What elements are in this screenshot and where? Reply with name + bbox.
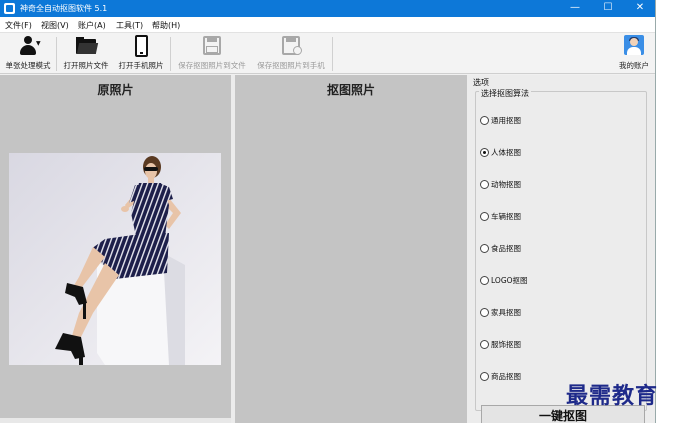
radio-label: 动物抠图 bbox=[491, 179, 521, 189]
radio-furniture[interactable]: 家具抠图 bbox=[480, 306, 521, 318]
window-title: 神奇全自动抠图软件 5.1 bbox=[20, 4, 108, 13]
original-photo-panel: 原照片 bbox=[0, 75, 231, 423]
app-logo-icon bbox=[4, 3, 15, 14]
single-mode-button[interactable]: ▼ 单张处理模式 bbox=[2, 35, 54, 73]
radio-button[interactable] bbox=[480, 243, 489, 253]
options-panel: 选项 选择抠图算法 通用抠图 人体抠图 动物抠图 车辆抠图 食品抠图 LOGO抠… bbox=[470, 75, 655, 423]
menu-account[interactable]: 账户(A) bbox=[78, 20, 106, 31]
title-bar: 神奇全自动抠图软件 5.1 — ☐ ✕ bbox=[0, 0, 655, 17]
toolbar-separator bbox=[332, 37, 333, 71]
watermark-text: 最需教育 bbox=[566, 383, 659, 409]
maximize-button[interactable]: ☐ bbox=[593, 0, 623, 17]
radio-logo[interactable]: LOGO抠图 bbox=[480, 274, 528, 286]
radio-button-selected[interactable] bbox=[480, 147, 489, 157]
options-title: 选项 bbox=[473, 78, 489, 87]
single-mode-label: 单张处理模式 bbox=[5, 61, 51, 70]
menu-help[interactable]: 帮助(H) bbox=[152, 20, 180, 31]
radio-button[interactable] bbox=[480, 307, 489, 317]
avatar-icon bbox=[624, 35, 644, 55]
radio-label: 食品抠图 bbox=[491, 243, 521, 253]
radio-button[interactable] bbox=[480, 211, 489, 221]
save-to-file-label: 保存抠图照片到文件 bbox=[178, 61, 246, 70]
my-account-label: 我的账户 bbox=[619, 61, 649, 70]
radio-label: 商品抠图 bbox=[491, 371, 521, 381]
open-phone-button[interactable]: 打开手机照片 bbox=[115, 35, 167, 73]
radio-button[interactable] bbox=[480, 339, 489, 349]
radio-general[interactable]: 通用抠图 bbox=[480, 114, 521, 126]
minimize-button[interactable]: — bbox=[560, 0, 590, 17]
radio-label: 服饰抠图 bbox=[491, 339, 521, 349]
toolbar-separator bbox=[170, 37, 171, 71]
open-phone-label: 打开手机照片 bbox=[118, 61, 164, 70]
radio-food[interactable]: 食品抠图 bbox=[480, 242, 521, 254]
original-photo-image bbox=[9, 153, 221, 365]
toolbar-separator bbox=[56, 37, 57, 71]
cutout-photo-panel: 抠图照片 bbox=[235, 75, 467, 423]
algorithm-group-label: 选择抠图算法 bbox=[479, 88, 531, 99]
my-account-button[interactable]: 我的账户 bbox=[614, 35, 654, 73]
menu-file[interactable]: 文件(F) bbox=[5, 20, 32, 31]
save-to-phone-label: 保存抠图照片到手机 bbox=[257, 61, 325, 70]
save-phone-icon bbox=[280, 35, 302, 57]
menu-tools[interactable]: 工具(T) bbox=[116, 20, 143, 31]
radio-product[interactable]: 商品抠图 bbox=[480, 370, 521, 382]
horizontal-scrollbar[interactable] bbox=[0, 418, 231, 423]
radio-label: 通用抠图 bbox=[491, 115, 521, 125]
radio-label: 家具抠图 bbox=[491, 307, 521, 317]
app-window: 神奇全自动抠图软件 5.1 — ☐ ✕ 文件(F) 视图(V) 账户(A) 工具… bbox=[0, 0, 656, 423]
open-file-button[interactable]: 打开照片文件 bbox=[60, 35, 112, 73]
toolbar: ▼ 单张处理模式 打开照片文件 打开手机照片 保存抠图照片到文件 保存抠图照片到… bbox=[0, 33, 655, 74]
original-photo-title: 原照片 bbox=[97, 83, 134, 97]
radio-clothing[interactable]: 服饰抠图 bbox=[480, 338, 521, 350]
menu-view[interactable]: 视图(V) bbox=[41, 20, 69, 31]
radio-button[interactable] bbox=[480, 179, 489, 189]
radio-animal[interactable]: 动物抠图 bbox=[480, 178, 521, 190]
save-to-phone-button[interactable]: 保存抠图照片到手机 bbox=[253, 35, 329, 73]
radio-button[interactable] bbox=[480, 275, 489, 285]
open-file-label: 打开照片文件 bbox=[63, 61, 109, 70]
folder-icon bbox=[75, 35, 99, 57]
radio-button[interactable] bbox=[480, 371, 489, 381]
radio-label: 车辆抠图 bbox=[491, 211, 521, 221]
save-disk-icon bbox=[201, 35, 223, 57]
radio-portrait[interactable]: 人体抠图 bbox=[480, 146, 521, 158]
person-icon: ▼ bbox=[17, 35, 41, 57]
phone-icon bbox=[130, 35, 152, 57]
radio-button[interactable] bbox=[480, 115, 489, 125]
radio-label: LOGO抠图 bbox=[491, 275, 528, 285]
close-button[interactable]: ✕ bbox=[625, 0, 655, 17]
save-to-file-button[interactable]: 保存抠图照片到文件 bbox=[174, 35, 250, 73]
radio-vehicle[interactable]: 车辆抠图 bbox=[480, 210, 521, 222]
menu-bar: 文件(F) 视图(V) 账户(A) 工具(T) 帮助(H) bbox=[0, 17, 655, 33]
radio-label: 人体抠图 bbox=[491, 147, 521, 157]
cutout-photo-title: 抠图照片 bbox=[326, 83, 375, 97]
